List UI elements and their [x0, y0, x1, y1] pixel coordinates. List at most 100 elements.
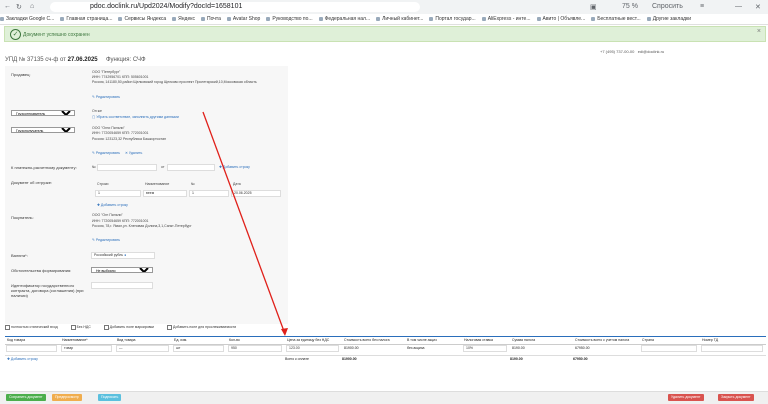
bookmark-item[interactable]: Почта	[201, 14, 221, 24]
close-document-button[interactable]: Закрыть документ	[718, 394, 754, 401]
add-row-label: Добавить строку	[10, 357, 38, 361]
total-without-tax: 81900.00	[342, 357, 357, 361]
contract-input[interactable]	[91, 282, 153, 289]
shipment-col-date: Дата	[233, 182, 241, 186]
shipment-name-input[interactable]: веем	[143, 190, 187, 197]
consignee-edit-link[interactable]: ✎ Редактировать	[92, 151, 120, 155]
buyer-edit-link[interactable]: ✎ Редактировать	[92, 238, 120, 242]
contact-info: +7 (495) 737-00-00 edi@doclink.ru	[600, 49, 664, 54]
payment-no-input[interactable]	[97, 164, 157, 171]
bookmarks-bar: Закладки Google C... Главная страница... С…	[0, 14, 768, 25]
table-cell: 67950.00	[575, 346, 590, 350]
bookmark-item[interactable]: Сервисы Яндекса	[118, 14, 166, 24]
table-cell[interactable]	[6, 345, 57, 352]
shipment-lines-input[interactable]: 1	[95, 190, 141, 197]
shipper-same: Он же	[92, 109, 102, 113]
shipment-add-link[interactable]: ✚ Добавить строку	[97, 203, 128, 207]
shipper-select[interactable]: Грузоотправитель	[11, 110, 75, 116]
currency-field[interactable]: Российский рубль ●	[91, 252, 155, 259]
total-with-tax: 67950.00	[573, 357, 588, 361]
table-cell[interactable]	[701, 345, 763, 352]
bookmark-item[interactable]: Авито | Объявле...	[537, 14, 586, 24]
table-header-cell: Наименование*	[62, 338, 88, 342]
sign-button[interactable]: Подписать	[98, 394, 122, 401]
delete-button[interactable]: Удалить документ	[668, 394, 704, 401]
ask-button[interactable]: Спросить	[652, 3, 683, 10]
option-static[interactable]: полностью статический вход	[5, 325, 64, 330]
close-alert-icon[interactable]: ×	[757, 28, 761, 35]
address-bar[interactable]: pdoc.doclink.ru/Upd2024/Modify?docId=165…	[50, 2, 420, 12]
table-cell[interactable]: шт	[173, 345, 224, 352]
table-header-cell: Вид товара	[117, 338, 136, 342]
buyer-name: ООО "Огн Пильни"	[92, 213, 123, 217]
zoom-level[interactable]: 75 %	[622, 3, 638, 10]
option-traceability[interactable]: Добавить поле для прослеживаемости	[166, 325, 242, 330]
table-header-cell: Кол-во	[229, 338, 240, 342]
bookmark-item[interactable]: Яндекс	[172, 14, 195, 24]
add-row-link[interactable]: ✚ Добавить строку	[7, 357, 38, 361]
table-cell[interactable]: 10%	[463, 345, 507, 352]
payment-add-link[interactable]: ✚ Добавить строку	[219, 165, 250, 169]
footer-toolbar: Сохранить документ Предпросмотр Подписат…	[0, 391, 768, 404]
table-cell[interactable]	[641, 345, 697, 352]
contract-label: Идентификатор государственного контракта…	[11, 283, 84, 298]
seller-edit-link[interactable]: ✎ Редактировать	[92, 95, 120, 99]
menu-icon[interactable]: ≡	[700, 3, 704, 10]
bookmark-item[interactable]: AliExpress - инте...	[482, 14, 531, 24]
extension-icon[interactable]: ▣	[590, 3, 597, 11]
payment-date-input[interactable]	[167, 164, 215, 171]
shipper-change-link[interactable]: ▢ Убрать соответствие, заполнить другими…	[92, 115, 179, 119]
consignee-inn: ИНН: 7720054659 КПП: 772001001	[92, 131, 149, 135]
checkbox-icon	[103, 325, 109, 330]
table-cell[interactable]: товар	[61, 345, 112, 352]
consignee-select[interactable]: Грузополучатель	[11, 127, 75, 133]
document-header: УПД № 37135 сч-ф от 27.06.2025 Функция: …	[5, 57, 146, 63]
back-icon[interactable]: ←	[4, 3, 11, 10]
table-header-cell: В том числе акциз	[407, 338, 437, 342]
table-header-cell: Сумма налога	[512, 338, 536, 342]
check-circle-icon: ✓	[10, 29, 21, 40]
totals-label: Всего к оплате	[285, 357, 309, 361]
bookmark-item[interactable]: Руководство по...	[266, 14, 312, 24]
bookmark-item[interactable]: Личный кабинет...	[376, 14, 423, 24]
option-no-vat[interactable]: Без НДС	[70, 325, 97, 330]
payment-add-label: Добавить строку	[222, 165, 250, 169]
currency-label: Валюта*:	[11, 253, 28, 258]
preview-button[interactable]: Предпросмотр	[52, 394, 82, 401]
table-cell[interactable]: 950	[228, 345, 282, 352]
shipment-date-input[interactable]: 20.06.2025	[231, 190, 281, 197]
shipment-doc-label: Документ об отгрузке:	[11, 180, 53, 185]
table-header-cell: Стоимость всего с учетом налога	[575, 338, 630, 342]
consignee-edit-label: Редактировать	[95, 151, 121, 155]
success-alert: ✓ Документ успешно сохранен ×	[4, 26, 766, 42]
minimize-icon[interactable]: —	[735, 3, 742, 10]
bookmark-item[interactable]: Портал государ...	[429, 14, 475, 24]
consignee-address: Россия: 123123,32 Республика Башкортоста…	[92, 137, 167, 141]
shipment-no-input[interactable]: 1	[189, 190, 229, 197]
consignee-remove-link[interactable]: ✕ Удалить	[125, 151, 142, 155]
email-text[interactable]: edi@doclink.ru	[638, 49, 665, 54]
formation-select[interactable]: Не выбрано	[91, 267, 153, 273]
buyer-edit-label: Редактировать	[95, 238, 121, 242]
home-icon[interactable]: ⌂	[30, 3, 34, 10]
save-button[interactable]: Сохранить документ	[6, 394, 46, 401]
option-marking[interactable]: Добавить поле маркировки	[103, 325, 160, 330]
shipment-col-name: Наименование	[145, 182, 170, 186]
bookmark-item[interactable]: Федеральная нал...	[319, 14, 371, 24]
bookmark-item[interactable]: Главная страница...	[60, 14, 112, 24]
consignee-remove-label: Удалить	[128, 151, 143, 155]
table-cell: без акциза	[407, 346, 425, 350]
table-cell[interactable]: —	[116, 345, 169, 352]
bookmark-item[interactable]: Закладки Google C...	[0, 14, 54, 24]
table-cell[interactable]: 123.00	[286, 345, 339, 352]
shipment-col-lines: Строки	[97, 182, 109, 186]
reload-icon[interactable]: ↻	[16, 3, 22, 11]
form-panel: Продавец: ООО "Петербург" ИНН: 774295670…	[5, 66, 288, 324]
doc-date: 27.06.2025	[67, 57, 98, 63]
option-traceability-label: Добавить поле для прослеживаемости	[172, 325, 237, 330]
bookmark-item[interactable]: Другие закладки	[647, 14, 691, 24]
bookmark-item[interactable]: Avatar Shop	[227, 14, 260, 24]
bookmark-item[interactable]: Бесплатные вест...	[591, 14, 640, 24]
close-window-icon[interactable]: ✕	[755, 3, 761, 11]
shipper-change-label: Убрать соответствие, заполнить другими д…	[96, 115, 179, 119]
